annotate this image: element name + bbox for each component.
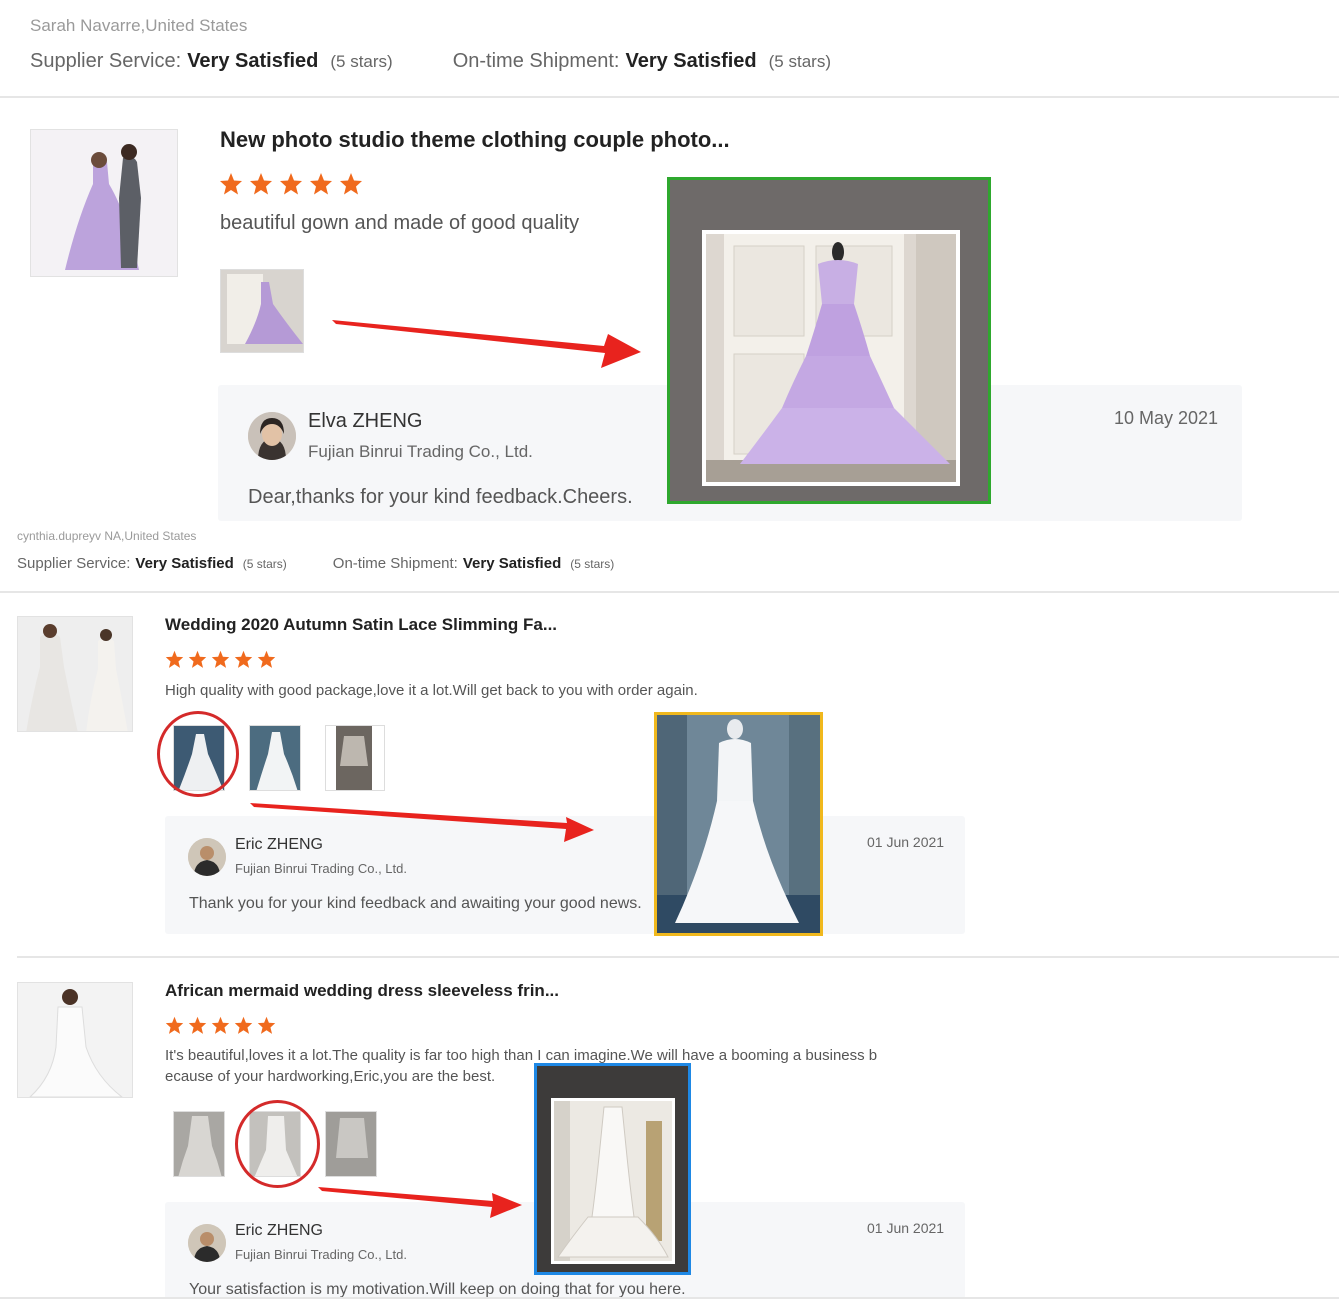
dress-photo bbox=[326, 726, 384, 790]
reply-company: Fujian Binrui Trading Co., Ltd. bbox=[235, 1247, 407, 1262]
supplier-service-label: Supplier Service: bbox=[30, 50, 182, 72]
avatar-image bbox=[188, 1224, 226, 1262]
review-meta: Supplier Service: Very Satisfied (5 star… bbox=[30, 50, 831, 73]
satin-dress-image bbox=[18, 617, 132, 731]
shipment-label: On-time Shipment: bbox=[332, 555, 458, 572]
product-thumbnail[interactable] bbox=[30, 129, 178, 277]
star-icon bbox=[220, 173, 242, 195]
couple-photo-image bbox=[31, 130, 177, 276]
enlarged-review-photo bbox=[654, 712, 823, 936]
avatar bbox=[188, 838, 226, 876]
shipment-label: On-time Shipment: bbox=[452, 50, 620, 72]
divider bbox=[17, 956, 1339, 958]
review-text-line-1: It's beautiful,loves it a lot.The qualit… bbox=[165, 1047, 878, 1064]
reply-text: Dear,thanks for your kind feedback.Cheer… bbox=[248, 486, 633, 508]
white-gown-photo bbox=[657, 715, 820, 933]
product-thumbnail[interactable] bbox=[17, 982, 133, 1098]
star-icon bbox=[211, 1016, 230, 1034]
circle-annotation bbox=[157, 711, 239, 797]
reply-date: 01 Jun 2021 bbox=[867, 1220, 945, 1236]
shipment-value: Very Satisfied bbox=[462, 555, 562, 572]
review-photo-thumbnail[interactable] bbox=[220, 269, 304, 353]
supplier-service-value: Very Satisfied bbox=[135, 555, 234, 572]
review-photo-thumbnail[interactable] bbox=[325, 1111, 377, 1177]
circle-annotation bbox=[235, 1100, 320, 1188]
rating-stars bbox=[165, 650, 276, 669]
review-text: High quality with good package,love it a… bbox=[165, 682, 698, 699]
star-icon bbox=[257, 1016, 276, 1034]
star-icon bbox=[250, 173, 272, 195]
mermaid-dress-image bbox=[18, 983, 132, 1097]
review-photo-thumbnail[interactable] bbox=[173, 1111, 225, 1177]
reply-author-name: Elva ZHENG bbox=[308, 410, 423, 432]
divider bbox=[0, 591, 1339, 593]
arrow-annotation bbox=[332, 320, 641, 368]
star-icon bbox=[188, 650, 207, 668]
dress-photo bbox=[250, 726, 300, 790]
review-photo-thumbnail[interactable] bbox=[325, 725, 385, 791]
supplier-service-label: Supplier Service: bbox=[17, 555, 131, 572]
shipment-value: Very Satisfied bbox=[625, 50, 757, 72]
avatar-image bbox=[188, 838, 226, 876]
star-icon bbox=[340, 173, 362, 195]
reply-date: 01 Jun 2021 bbox=[867, 834, 945, 850]
divider bbox=[0, 96, 1339, 98]
star-icon bbox=[188, 1016, 207, 1034]
enlarged-review-photo bbox=[667, 177, 991, 504]
reviewer-name: cynthia.dupreyv NA,United States bbox=[17, 529, 197, 543]
dress-photo bbox=[174, 1112, 224, 1176]
supplier-service-stars: (5 stars) bbox=[242, 557, 287, 571]
avatar-image bbox=[248, 412, 296, 460]
reply-text: Thank you for your kind feedback and awa… bbox=[189, 895, 642, 912]
product-title[interactable]: African mermaid wedding dress sleeveless… bbox=[165, 981, 559, 1001]
avatar bbox=[248, 412, 296, 460]
reviewer-name: Sarah Navarre,United States bbox=[30, 16, 248, 35]
lavender-gown-photo bbox=[706, 234, 956, 482]
star-icon bbox=[165, 1016, 184, 1034]
star-icon bbox=[234, 1016, 253, 1034]
reply-date: 10 May 2021 bbox=[1114, 408, 1219, 428]
shipment-stars: (5 stars) bbox=[570, 557, 615, 571]
star-icon bbox=[165, 650, 184, 668]
reply-author-name: Eric ZHENG bbox=[235, 1222, 323, 1239]
star-icon bbox=[310, 173, 332, 195]
enlarged-review-photo bbox=[534, 1063, 691, 1275]
rating-stars bbox=[219, 172, 363, 196]
supplier-service-value: Very Satisfied bbox=[187, 50, 319, 72]
mermaid-gown-photo bbox=[554, 1101, 672, 1261]
reply-company: Fujian Binrui Trading Co., Ltd. bbox=[308, 442, 533, 461]
reply-author-name: Eric ZHENG bbox=[235, 836, 323, 853]
avatar bbox=[188, 1224, 226, 1262]
supplier-service-stars: (5 stars) bbox=[330, 52, 393, 71]
product-thumbnail[interactable] bbox=[17, 616, 133, 732]
review-text-line-2: ecause of your hardworking,Eric,you are … bbox=[165, 1068, 496, 1085]
reply-company: Fujian Binrui Trading Co., Ltd. bbox=[235, 861, 407, 876]
review-photo-thumbnail[interactable] bbox=[249, 725, 301, 791]
star-icon bbox=[280, 173, 302, 195]
shipment-stars: (5 stars) bbox=[768, 52, 831, 71]
star-icon bbox=[234, 650, 253, 668]
dress-photo bbox=[326, 1112, 376, 1176]
product-title[interactable]: New photo studio theme clothing couple p… bbox=[220, 127, 730, 153]
review-meta: Supplier Service: Very Satisfied (5 star… bbox=[17, 555, 614, 572]
rating-stars bbox=[165, 1016, 276, 1035]
star-icon bbox=[257, 650, 276, 668]
dress-photo bbox=[221, 270, 303, 352]
star-icon bbox=[211, 650, 230, 668]
product-title[interactable]: Wedding 2020 Autumn Satin Lace Slimming … bbox=[165, 615, 557, 635]
review-text: beautiful gown and made of good quality bbox=[220, 212, 580, 234]
